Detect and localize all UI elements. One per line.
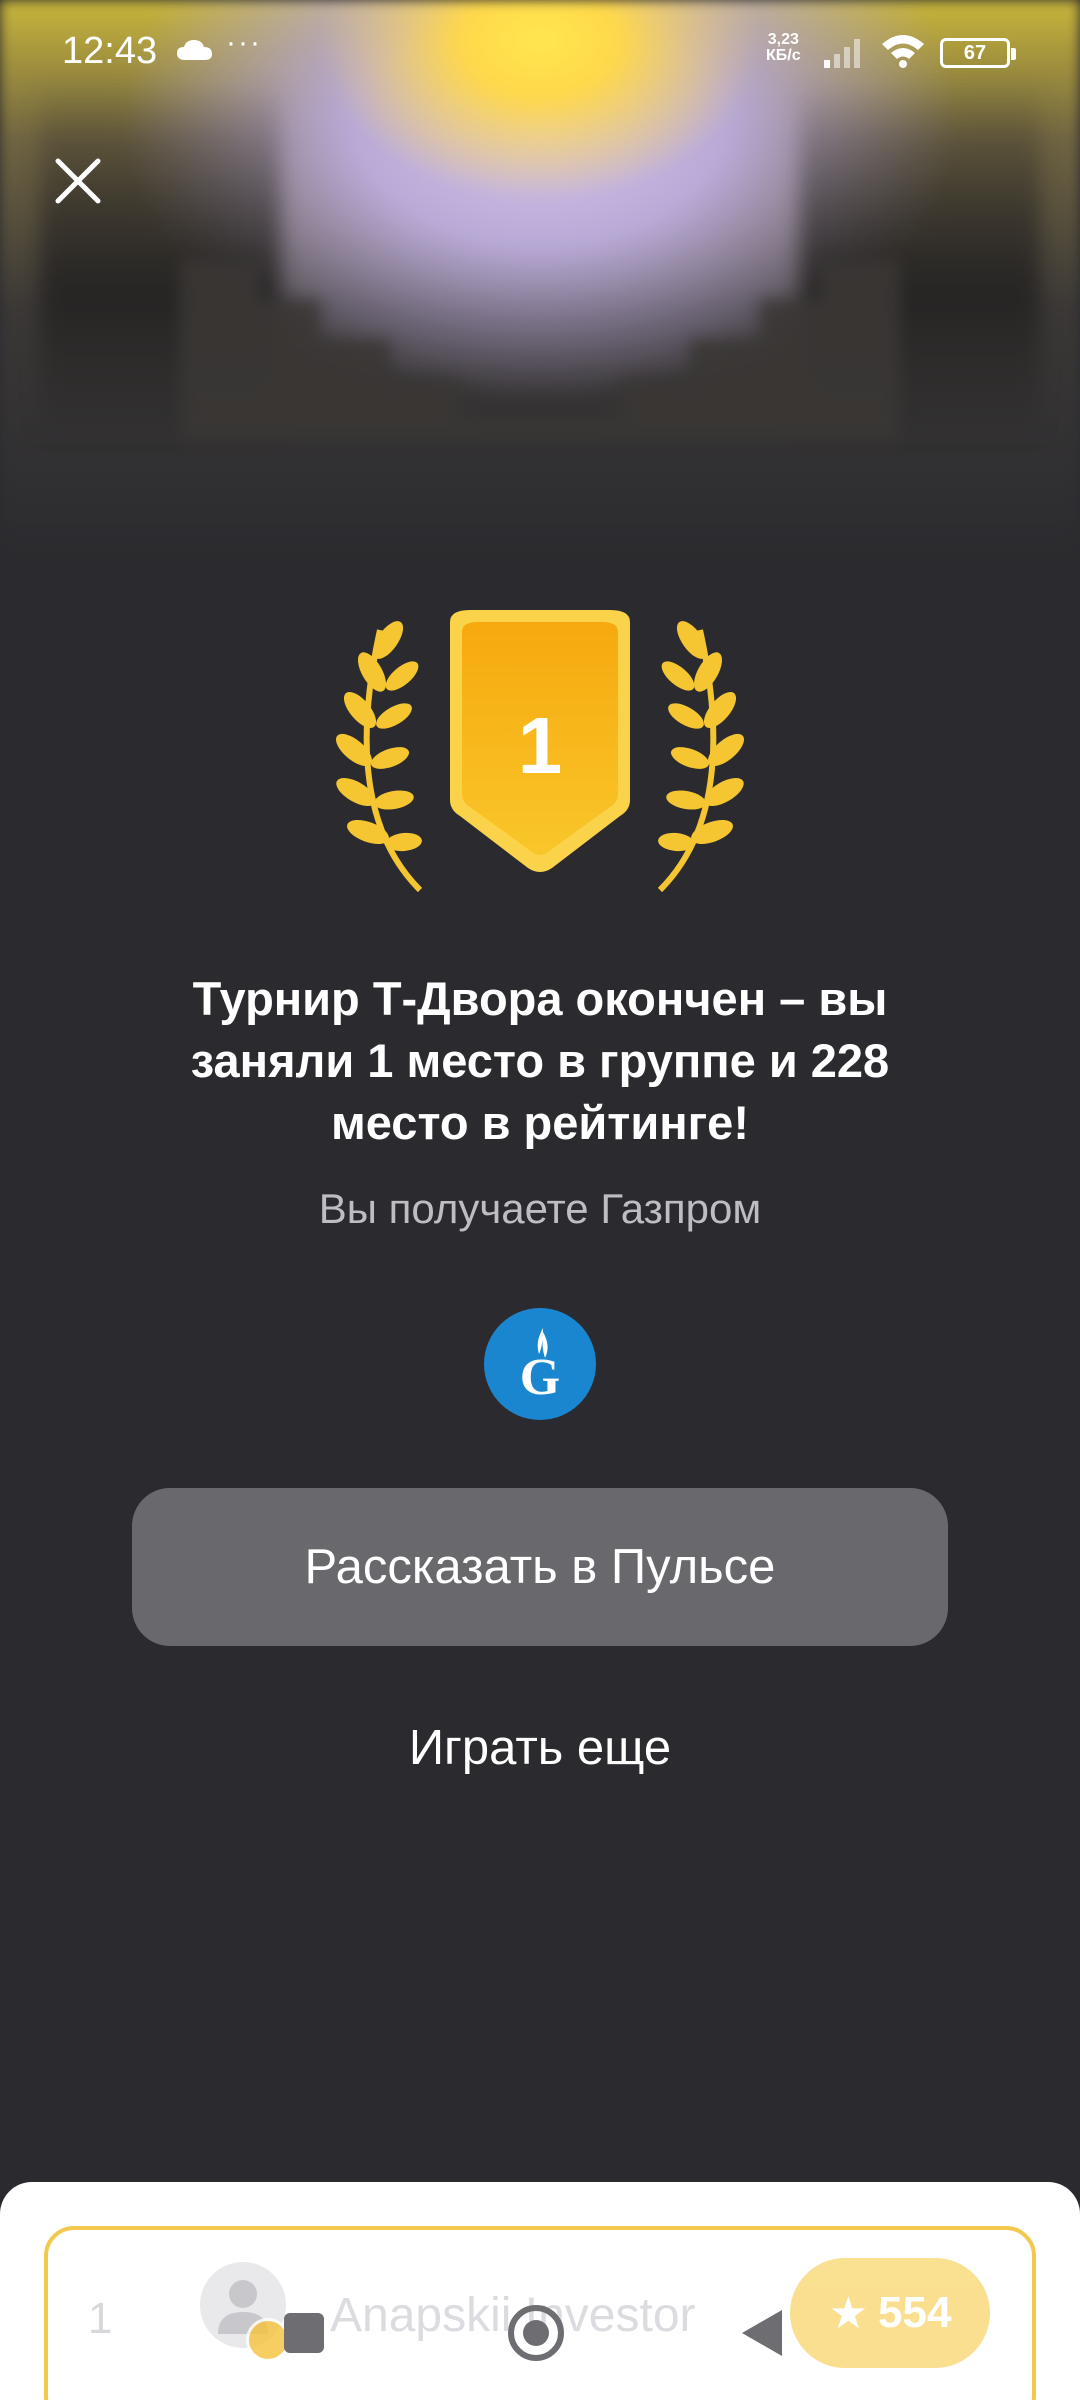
reward-text: Вы получаете Газпром xyxy=(318,1185,762,1232)
recent-apps-button[interactable] xyxy=(284,2313,324,2353)
score-value: 554 xyxy=(878,2288,952,2337)
home-button[interactable] xyxy=(508,2305,564,2361)
signal-icon xyxy=(824,39,860,68)
result-headline: Турнир Т-Двора окончен – вы заняли 1 мес… xyxy=(190,972,890,1149)
play-again-button[interactable]: Играть еще xyxy=(240,1720,840,1786)
tournament-result-screen: 12:43 ··· 3,23 КБ/с 67 1 Турнир Т-Двора … xyxy=(0,0,1080,2400)
share-in-pulse-button[interactable]: Рассказать в Пульсе xyxy=(132,1488,948,1646)
place-number: 1 xyxy=(517,701,563,790)
back-button[interactable] xyxy=(742,2310,782,2356)
battery-icon: 67 xyxy=(940,38,1016,68)
status-bar: 12:43 ··· 3,23 КБ/с 67 xyxy=(0,0,1080,100)
leaderboard-rank: 1 xyxy=(88,2294,113,2343)
more-notifications-icon: ··· xyxy=(226,26,262,59)
wifi-icon xyxy=(882,35,924,68)
network-speed-value: 3,23 xyxy=(767,31,799,48)
gazprom-logo-icon: G xyxy=(484,1308,596,1420)
score-badge: ★ 554 xyxy=(790,2258,990,2368)
svg-text:G: G xyxy=(520,1349,560,1404)
network-speed: 3,23 КБ/с xyxy=(766,32,801,64)
status-time: 12:43 xyxy=(62,30,158,72)
cloud-icon xyxy=(177,40,212,60)
network-speed-unit: КБ/с xyxy=(766,47,801,64)
battery-level: 67 xyxy=(963,41,987,64)
close-button[interactable] xyxy=(52,155,104,207)
star-icon: ★ xyxy=(828,2288,869,2338)
